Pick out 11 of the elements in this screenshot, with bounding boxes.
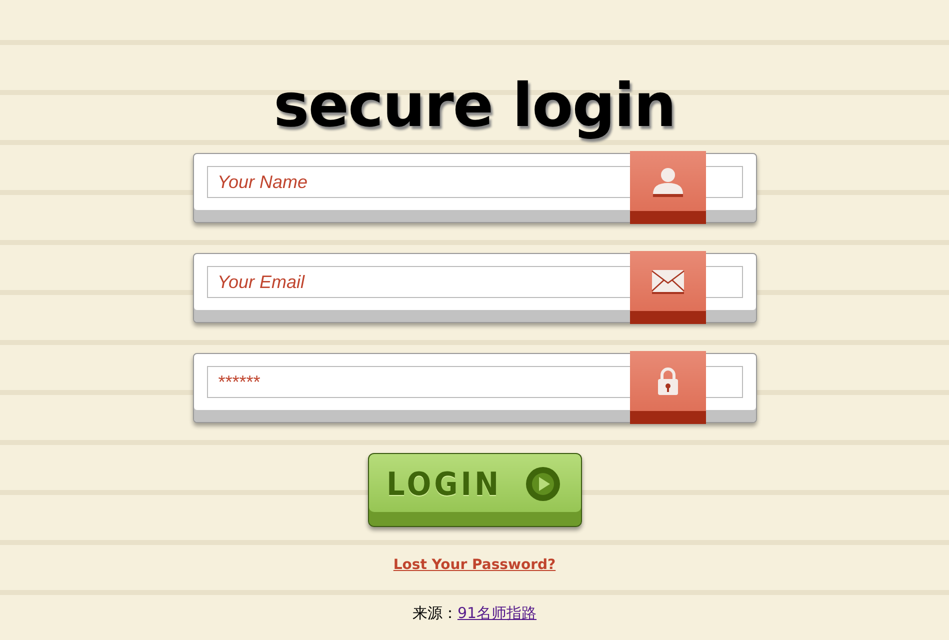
input-field[interactable]: Your Email: [192, 253, 756, 323]
envelope-icon: [650, 268, 684, 294]
lock-icon: [656, 366, 680, 396]
user-icon: [650, 166, 684, 198]
source-link[interactable]: 91名师指路: [457, 604, 537, 622]
source-label: 来源：: [412, 604, 458, 622]
play-icon: [524, 466, 560, 502]
lost-password-link[interactable]: Lost Your Password?: [393, 555, 556, 576]
login-button[interactable]: LOGIN: [368, 453, 582, 527]
input-field[interactable]: Your Name: [192, 153, 756, 223]
input-field[interactable]: ******: [192, 353, 756, 423]
